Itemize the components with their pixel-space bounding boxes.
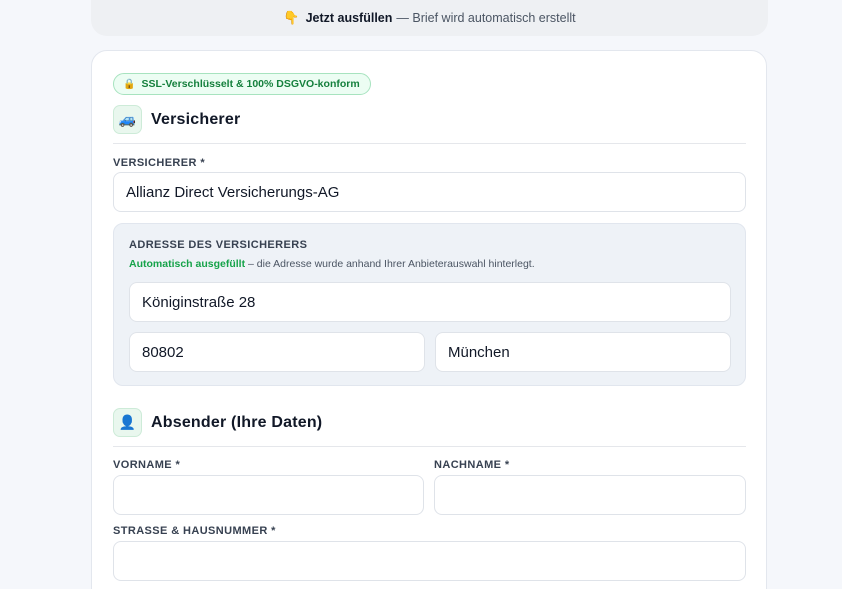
pointing-down-hand-icon: 👇: [283, 10, 300, 25]
banner-text: — Brief wird automatisch erstellt: [396, 11, 576, 25]
section-divider: [113, 143, 746, 144]
section-title-insurer: Versicherer: [151, 110, 241, 128]
person-icon: 👤: [113, 408, 142, 437]
insurer-input[interactable]: [113, 172, 746, 212]
address-autofill-note: Automatisch ausgefüllt – die Adresse wur…: [129, 258, 535, 270]
autofill-text: – die Adresse wurde anhand Ihrer Anbiete…: [245, 258, 535, 270]
insurer-label: Versicherer *: [113, 157, 205, 169]
instruction-banner: 👇 Jetzt ausfüllen — Brief wird automatis…: [91, 0, 768, 36]
city-input[interactable]: [435, 332, 731, 372]
street-number-label: Strasse & Hausnummer *: [113, 525, 276, 537]
street-number-input[interactable]: [113, 541, 746, 581]
lock-icon: 🔒: [123, 78, 136, 90]
section-header-sender: 👤 Absender (Ihre Daten): [113, 408, 322, 437]
section-header-insurer: 🚙 Versicherer: [113, 105, 240, 134]
section-divider: [113, 446, 746, 447]
firstname-input[interactable]: [113, 475, 424, 515]
autofill-strong: Automatisch ausgefüllt: [129, 258, 246, 270]
section-title-sender: Absender (Ihre Daten): [151, 413, 323, 431]
street-input[interactable]: [129, 282, 731, 322]
lastname-input[interactable]: [434, 475, 746, 515]
firstname-label: Vorname *: [113, 459, 181, 471]
zip-input[interactable]: [129, 332, 425, 372]
ssl-badge: 🔒 SSL-Verschlüsselt & 100% DSGVO-konform: [113, 73, 371, 95]
insurer-address-panel: Adresse des Versicherers Automatisch aus…: [113, 223, 746, 386]
banner-strong-text: Jetzt ausfüllen: [305, 11, 393, 25]
address-label: Adresse des Versicherers: [129, 239, 308, 251]
form-card: 🔒 SSL-Verschlüsselt & 100% DSGVO-konform…: [91, 50, 767, 589]
car-icon: 🚙: [113, 105, 142, 134]
lastname-label: Nachname *: [434, 459, 510, 471]
ssl-badge-text: SSL-Verschlüsselt & 100% DSGVO-konform: [141, 78, 360, 90]
